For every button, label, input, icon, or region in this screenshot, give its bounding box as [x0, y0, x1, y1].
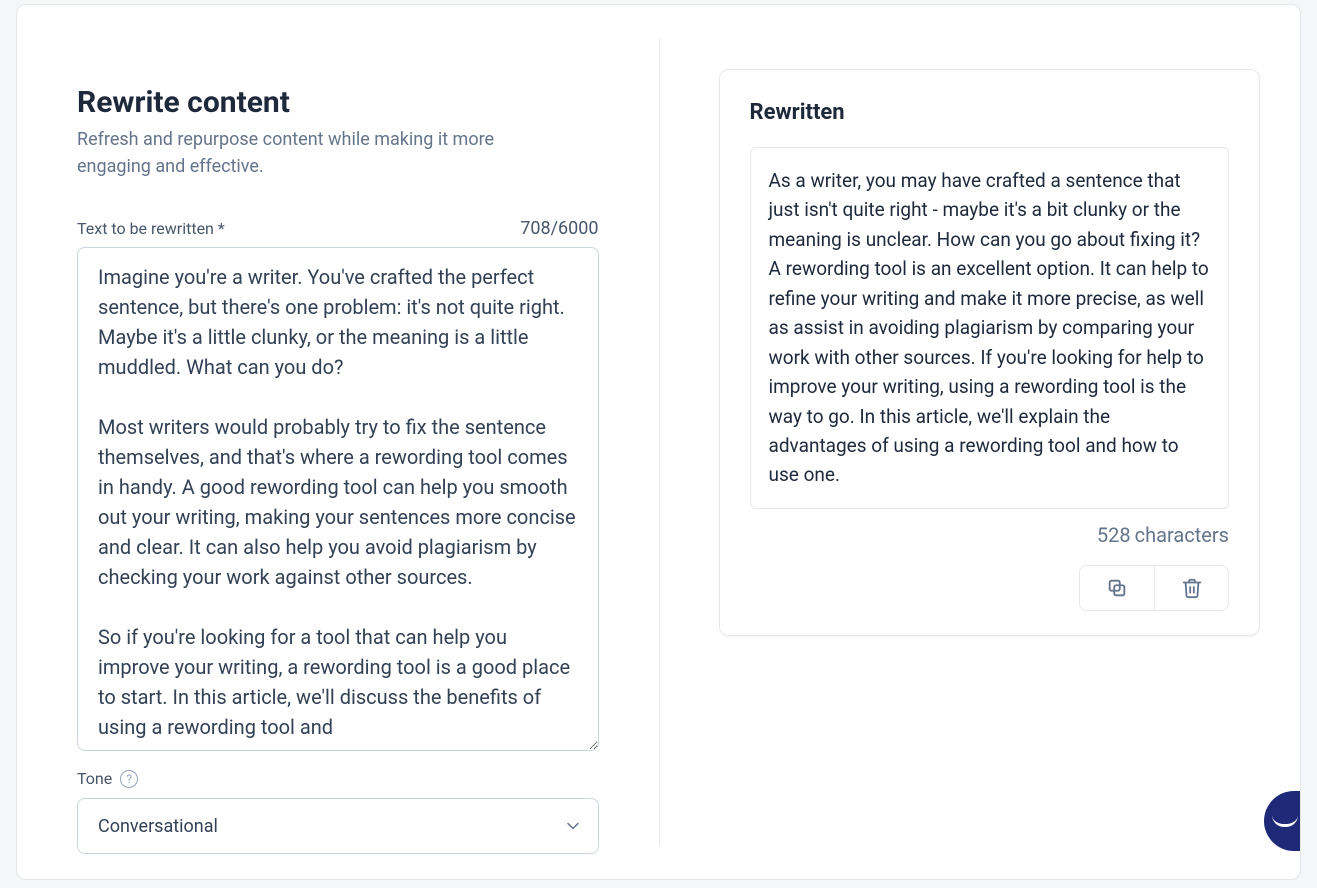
input-field-header: Text to be rewritten * 708/6000: [77, 218, 599, 239]
output-char-count-label: characters: [1135, 523, 1229, 547]
output-actions: [750, 565, 1230, 611]
tone-label: Tone: [77, 769, 112, 788]
tone-field: Tone ? Conversational: [77, 769, 599, 854]
input-label: Text to be rewritten *: [77, 219, 225, 238]
page-title: Rewrite content: [77, 85, 599, 120]
action-button-group: [1079, 565, 1229, 611]
input-char-counter: 708/6000: [520, 218, 598, 239]
tone-select-wrap: Conversational: [77, 798, 599, 854]
vertical-divider: [659, 39, 660, 845]
input-panel: Rewrite content Refresh and repurpose co…: [17, 5, 659, 879]
help-icon[interactable]: ?: [120, 770, 138, 788]
output-char-counter: 528 characters: [750, 523, 1230, 547]
page-subtitle: Refresh and repurpose content while maki…: [77, 126, 507, 180]
output-card: Rewritten As a writer, you may have craf…: [719, 69, 1261, 636]
output-char-count-value: 528: [1097, 523, 1131, 547]
trash-icon: [1181, 577, 1203, 599]
chat-icon: [1272, 815, 1298, 827]
main-card: Rewrite content Refresh and repurpose co…: [16, 4, 1301, 880]
rewrite-input[interactable]: [77, 247, 599, 751]
output-title: Rewritten: [750, 100, 1230, 125]
copy-icon: [1106, 577, 1128, 599]
tone-label-row: Tone ?: [77, 769, 599, 788]
tone-select[interactable]: Conversational: [77, 798, 599, 854]
output-text: As a writer, you may have crafted a sent…: [750, 147, 1230, 509]
delete-button[interactable]: [1154, 566, 1228, 610]
copy-button[interactable]: [1080, 566, 1154, 610]
output-panel: Rewritten As a writer, you may have craf…: [659, 5, 1301, 879]
